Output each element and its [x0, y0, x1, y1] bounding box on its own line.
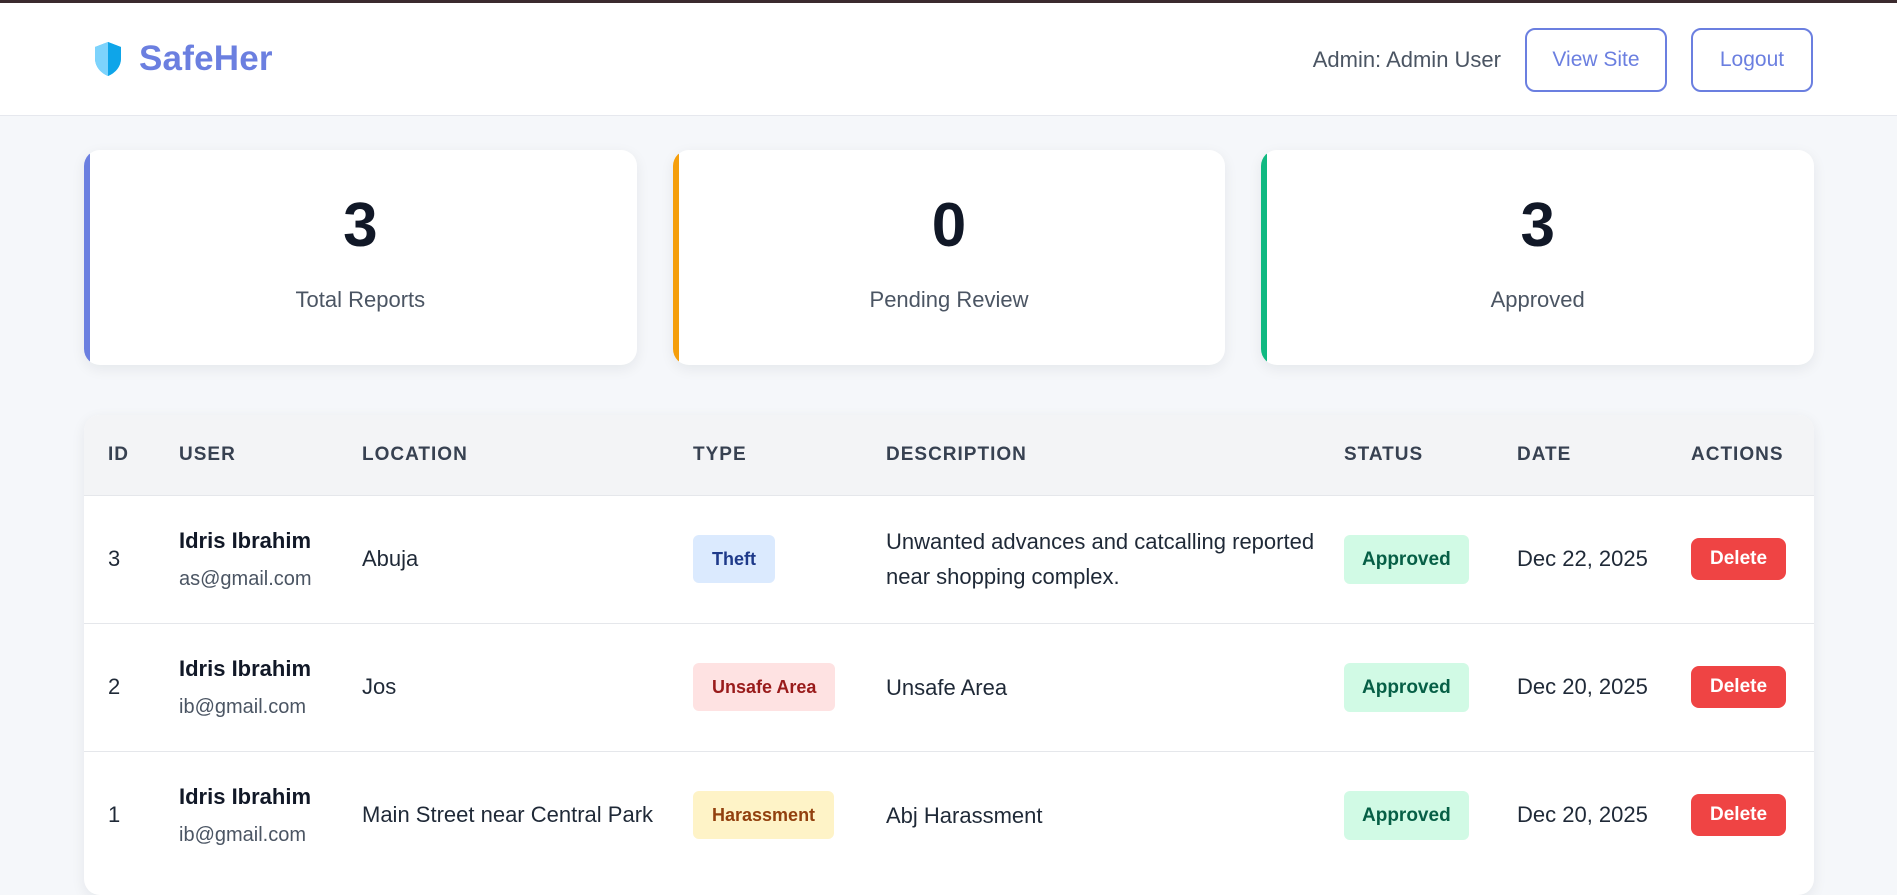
column-header-date[interactable]: DATE	[1493, 415, 1667, 495]
cell-user: Idris Ibrahim ib@gmail.com	[155, 751, 338, 879]
cell-date: Dec 22, 2025	[1517, 546, 1648, 571]
cell-status: Approved	[1320, 751, 1493, 879]
stats-row: 3 Total Reports 0 Pending Review 3 Appro…	[84, 150, 1815, 365]
user-email: ib@gmail.com	[179, 823, 307, 846]
admin-label: Admin: Admin User	[1312, 46, 1501, 72]
delete-button[interactable]: Delete	[1691, 666, 1787, 708]
cell-location: Main Street near Central Park	[362, 802, 654, 828]
cell-actions: Delete	[1667, 623, 1814, 751]
status-badge: Approved	[1344, 790, 1469, 840]
cell-type: Theft	[669, 495, 862, 623]
stat-card-total-reports: 3 Total Reports	[84, 150, 637, 365]
view-site-button[interactable]: View Site	[1525, 27, 1667, 92]
column-header-user[interactable]: USER	[155, 415, 338, 495]
top-navbar: SafeHer Admin: Admin User View Site Logo…	[0, 3, 1897, 116]
delete-button[interactable]: Delete	[1691, 538, 1787, 580]
reports-table-card: ID USER LOCATION TYPE DESCRIPTION STATUS…	[84, 415, 1814, 895]
brand-name: SafeHer	[139, 39, 273, 78]
stat-card-approved: 3 Approved	[1261, 150, 1815, 365]
stat-card-pending-review: 0 Pending Review	[672, 150, 1226, 365]
user-email: as@gmail.com	[179, 567, 312, 590]
cell-actions: Delete	[1667, 495, 1814, 623]
column-header-actions: ACTIONS	[1691, 443, 1784, 465]
stat-label: Pending Review	[869, 286, 1029, 312]
cell-location: Abuja	[362, 546, 419, 571]
stat-label: Total Reports	[295, 286, 426, 312]
cell-location: Jos	[362, 674, 397, 699]
cell-status: Approved	[1320, 623, 1493, 751]
status-badge: Approved	[1344, 662, 1469, 712]
stat-label: Approved	[1490, 286, 1585, 312]
table-row: 1 Idris Ibrahim ib@gmail.com Main Street…	[84, 751, 1814, 879]
column-header-location[interactable]: LOCATION	[338, 415, 669, 495]
type-badge: Harassment	[693, 791, 835, 840]
cell-actions: Delete	[1667, 751, 1814, 879]
stat-value: 3	[1520, 190, 1555, 260]
shield-icon	[95, 42, 121, 76]
table-row: 2 Idris Ibrahim ib@gmail.com Jos Unsafe …	[84, 623, 1814, 751]
cell-user: Idris Ibrahim as@gmail.com	[155, 495, 338, 623]
cell-description: Unsafe Area	[886, 674, 1008, 700]
table-header-row: ID USER LOCATION TYPE DESCRIPTION STATUS…	[84, 415, 1814, 495]
cell-type: Harassment	[669, 751, 862, 879]
cell-user: Idris Ibrahim ib@gmail.com	[155, 623, 338, 751]
column-header-type[interactable]: TYPE	[669, 415, 862, 495]
type-badge: Unsafe Area	[693, 663, 836, 711]
brand[interactable]: SafeHer	[93, 39, 273, 79]
header-actions: Admin: Admin User View Site Logout	[1313, 3, 1813, 116]
user-name: Idris Ibrahim	[179, 783, 312, 809]
cell-date: Dec 20, 2025	[1517, 802, 1648, 828]
table-row: 3 Idris Ibrahim as@gmail.com Abuja Theft…	[84, 495, 1814, 623]
column-header-id[interactable]: ID	[84, 415, 155, 495]
status-badge: Approved	[1344, 534, 1469, 584]
column-header-status[interactable]: STATUS	[1320, 415, 1493, 495]
cell-description: Abj Harassment	[886, 802, 1043, 828]
reports-table: ID USER LOCATION TYPE DESCRIPTION STATUS…	[84, 415, 1814, 879]
cell-description: Unwanted advances and catcalling reporte…	[886, 529, 1315, 589]
cell-id: 3	[108, 546, 121, 571]
cell-date: Dec 20, 2025	[1517, 674, 1648, 699]
column-header-description[interactable]: DESCRIPTION	[862, 415, 1320, 495]
logout-button[interactable]: Logout	[1691, 27, 1813, 92]
cell-id: 1	[108, 802, 121, 828]
stat-value: 0	[931, 190, 967, 260]
user-name: Idris Ibrahim	[179, 527, 312, 553]
cell-id: 2	[108, 674, 121, 699]
user-email: ib@gmail.com	[179, 695, 307, 718]
delete-button[interactable]: Delete	[1691, 794, 1787, 837]
cell-type: Unsafe Area	[669, 623, 862, 751]
cell-status: Approved	[1320, 495, 1493, 623]
type-badge: Theft	[693, 535, 775, 583]
stat-value: 3	[343, 190, 378, 260]
user-name: Idris Ibrahim	[179, 655, 312, 681]
